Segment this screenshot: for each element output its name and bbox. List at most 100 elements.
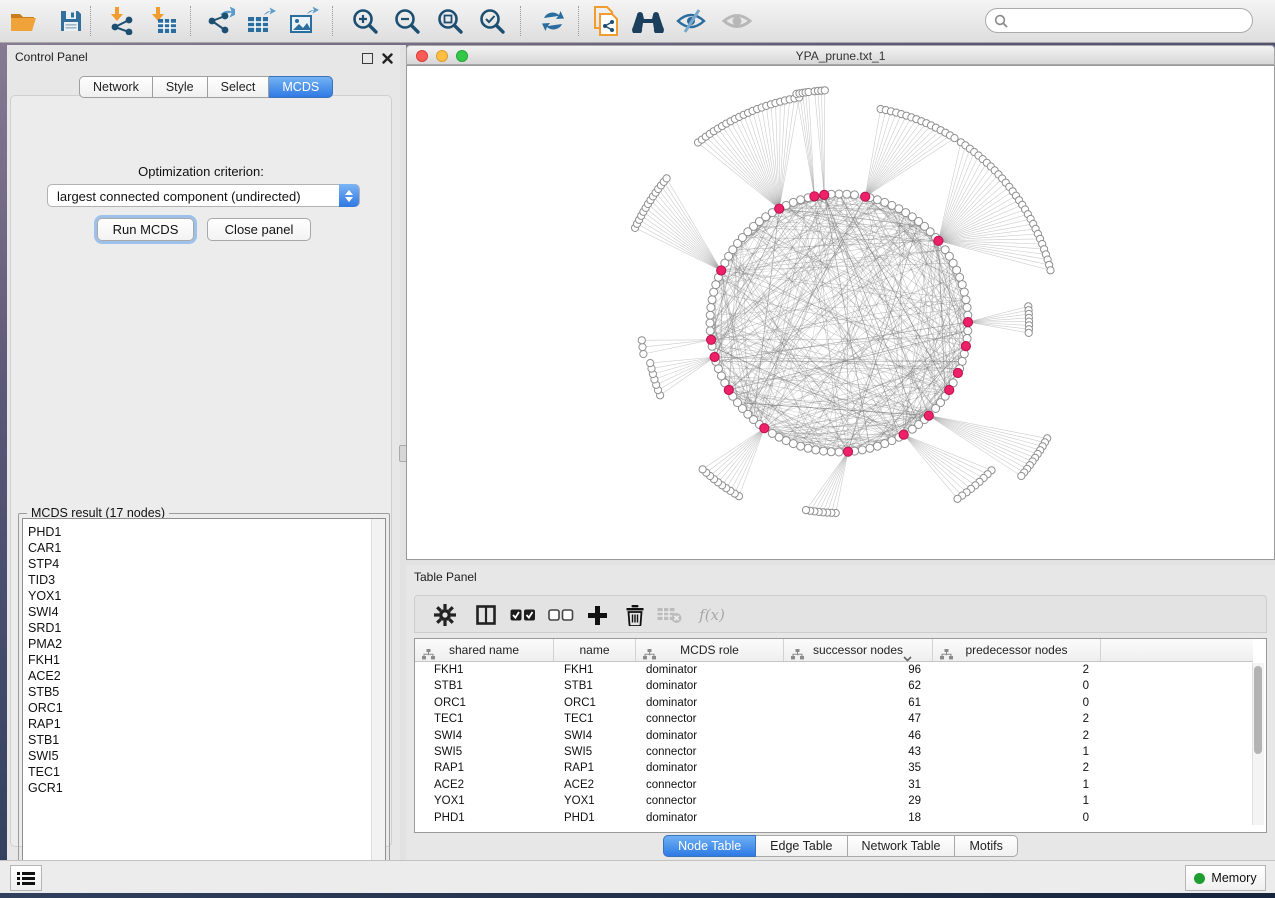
deselect-all-icon[interactable] xyxy=(546,601,576,629)
optimization-criterion-label: Optimization criterion: xyxy=(11,164,391,179)
export-network-icon[interactable] xyxy=(203,5,237,37)
table-scrollbar[interactable] xyxy=(1252,663,1264,825)
network-window-title: YPA_prune.txt_1 xyxy=(407,49,1274,63)
mcds-result-item[interactable]: SWI5 xyxy=(23,748,385,764)
mcds-result-item[interactable]: CAR1 xyxy=(23,540,385,556)
tab-network-table[interactable]: Network Table xyxy=(848,835,956,857)
main-toolbar xyxy=(0,0,1275,43)
table-row[interactable]: TEC1TEC1connector472 xyxy=(415,711,1253,727)
tab-style[interactable]: Style xyxy=(153,76,208,98)
table-cell: 1 xyxy=(933,777,1101,793)
delete-row-trash-icon[interactable] xyxy=(620,601,650,629)
mcds-result-list[interactable]: PHD1CAR1STP4TID3YOX1SWI4SRD1PMA2FKH1ACE2… xyxy=(22,518,386,882)
delete-table-icon xyxy=(654,601,684,629)
tab-edge-table[interactable]: Edge Table xyxy=(756,835,847,857)
task-history-button[interactable] xyxy=(10,865,42,891)
show-column-icon[interactable] xyxy=(471,601,501,629)
criterion-select[interactable]: largest connected component (undirected) xyxy=(47,184,360,207)
table-cell: dominator xyxy=(636,760,784,776)
mcds-result-item[interactable]: ORC1 xyxy=(23,700,385,716)
table-cell: 31 xyxy=(784,777,933,793)
memory-button[interactable]: Memory xyxy=(1185,865,1266,891)
tab-node-table[interactable]: Node Table xyxy=(663,835,756,857)
zoom-fit-icon[interactable] xyxy=(433,5,467,37)
open-folder-icon[interactable] xyxy=(7,5,41,37)
table-row[interactable]: PHD1PHD1dominator180 xyxy=(415,810,1253,826)
zoom-in-icon[interactable] xyxy=(348,5,382,37)
table-scrollbar-thumb[interactable] xyxy=(1254,666,1262,754)
close-panel-icon[interactable] xyxy=(382,51,393,69)
mcds-result-item[interactable]: PMA2 xyxy=(23,636,385,652)
memory-status-icon xyxy=(1194,873,1205,884)
mcds-result-item[interactable]: GCR1 xyxy=(23,780,385,796)
table-cell: ORC1 xyxy=(415,695,554,711)
mcds-result-item[interactable]: STB5 xyxy=(23,684,385,700)
export-table-icon[interactable] xyxy=(244,5,278,37)
search-input[interactable] xyxy=(1008,13,1242,29)
zoom-selected-icon[interactable] xyxy=(475,5,509,37)
toolbar-separator xyxy=(190,6,191,36)
mcds-result-item[interactable]: TEC1 xyxy=(23,764,385,780)
show-all-eye-icon[interactable] xyxy=(720,5,754,37)
table-cell: FKH1 xyxy=(554,662,636,678)
mcds-result-item[interactable]: STB1 xyxy=(23,732,385,748)
column-header-name[interactable]: name xyxy=(554,639,636,661)
column-header-MCDS-role[interactable]: MCDS role xyxy=(636,639,784,661)
tab-motifs[interactable]: Motifs xyxy=(955,835,1017,857)
mcds-result-item[interactable]: ACE2 xyxy=(23,668,385,684)
column-header-predecessor-nodes[interactable]: predecessor nodes xyxy=(933,639,1101,661)
mcds-result-item[interactable]: STP4 xyxy=(23,556,385,572)
table-cell: ACE2 xyxy=(415,777,554,793)
refresh-icon[interactable] xyxy=(536,5,570,37)
column-header-shared-name[interactable]: shared name xyxy=(415,639,554,661)
import-table-icon[interactable] xyxy=(146,5,180,37)
tab-network[interactable]: Network xyxy=(79,76,153,98)
table-cell: connector xyxy=(636,711,784,727)
table-body: FKH1FKH1dominator962STB1STB1dominator620… xyxy=(415,662,1253,826)
table-row[interactable]: STB1STB1dominator620 xyxy=(415,678,1253,694)
table-row[interactable]: ORC1ORC1dominator610 xyxy=(415,695,1253,711)
table-cell: PHD1 xyxy=(415,810,554,826)
run-mcds-button[interactable]: Run MCDS xyxy=(97,218,194,241)
import-network-icon[interactable] xyxy=(105,5,139,37)
settings-gear-icon[interactable] xyxy=(430,601,460,629)
table-row[interactable]: SWI5SWI5connector431 xyxy=(415,744,1253,760)
mcds-result-item[interactable]: SRD1 xyxy=(23,620,385,636)
zoom-out-icon[interactable] xyxy=(390,5,424,37)
toolbar-separator xyxy=(578,6,579,36)
export-image-icon[interactable] xyxy=(287,5,321,37)
mcds-result-item[interactable]: TID3 xyxy=(23,572,385,588)
table-row[interactable]: RAP1RAP1dominator352 xyxy=(415,760,1253,776)
toolbar-separator xyxy=(90,6,91,36)
tab-select[interactable]: Select xyxy=(208,76,270,98)
mcds-result-item[interactable]: PHD1 xyxy=(23,524,385,540)
save-icon[interactable] xyxy=(54,5,88,37)
select-all-icon[interactable] xyxy=(508,601,538,629)
node-table: shared namenameMCDS rolesuccessor nodesp… xyxy=(414,638,1267,833)
hide-selected-eye-slash-icon[interactable] xyxy=(674,5,708,37)
tab-mcds[interactable]: MCDS xyxy=(269,76,333,98)
network-window-titlebar[interactable]: YPA_prune.txt_1 xyxy=(406,45,1275,65)
table-row[interactable]: SWI4SWI4dominator462 xyxy=(415,728,1253,744)
memory-label: Memory xyxy=(1211,871,1256,885)
mcds-result-item[interactable]: YOX1 xyxy=(23,588,385,604)
first-neighbors-icon[interactable] xyxy=(631,5,665,37)
column-header-successor-nodes[interactable]: successor nodes xyxy=(784,639,933,661)
mcds-result-item[interactable]: SWI4 xyxy=(23,604,385,620)
table-cell: ORC1 xyxy=(554,695,636,711)
add-row-plus-icon[interactable] xyxy=(582,601,612,629)
table-row[interactable]: FKH1FKH1dominator962 xyxy=(415,662,1253,678)
clone-network-icon[interactable] xyxy=(589,5,623,37)
mcds-result-item[interactable]: FKH1 xyxy=(23,652,385,668)
table-row[interactable]: ACE2ACE2connector311 xyxy=(415,777,1253,793)
network-canvas[interactable] xyxy=(406,65,1275,560)
function-builder-icon: f(x) xyxy=(693,601,731,629)
table-cell: 0 xyxy=(933,695,1101,711)
search-field[interactable] xyxy=(985,8,1253,33)
mcds-result-item[interactable]: RAP1 xyxy=(23,716,385,732)
table-row[interactable]: YOX1YOX1connector291 xyxy=(415,793,1253,809)
float-panel-icon[interactable] xyxy=(362,53,373,64)
table-cell: 61 xyxy=(784,695,933,711)
mcds-list-scrollbar[interactable] xyxy=(371,519,385,881)
close-panel-button[interactable]: Close panel xyxy=(207,218,311,241)
